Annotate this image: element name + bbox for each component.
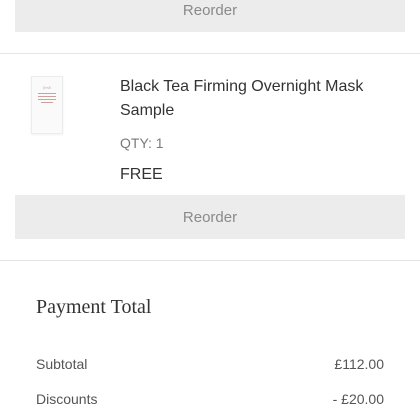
product-thumbnail-icon[interactable]: fresh	[31, 76, 63, 134]
order-details-page: Reorder fresh Black Tea Firming Overnigh…	[0, 0, 420, 420]
discounts-label: Discounts	[36, 391, 98, 407]
product-thumbnail-brand: fresh	[43, 85, 51, 90]
reorder-button-previous[interactable]: Reorder	[15, 0, 405, 32]
item-price: FREE	[120, 166, 163, 183]
discounts-value: - £20.00	[332, 391, 384, 407]
subtotal-label: Subtotal	[36, 356, 88, 372]
product-thumbnail-label-lines	[38, 93, 56, 105]
subtotal-value: £112.00	[334, 356, 384, 372]
item-title[interactable]: Black Tea Firming Overnight Mask Sample	[120, 75, 400, 123]
item-quantity: QTY: 1	[120, 135, 164, 151]
payment-total-heading: Payment Total	[36, 296, 152, 318]
order-item: fresh Black Tea Firming Overnight Mask S…	[0, 54, 420, 260]
reorder-button[interactable]: Reorder	[15, 195, 405, 239]
divider	[0, 260, 420, 261]
